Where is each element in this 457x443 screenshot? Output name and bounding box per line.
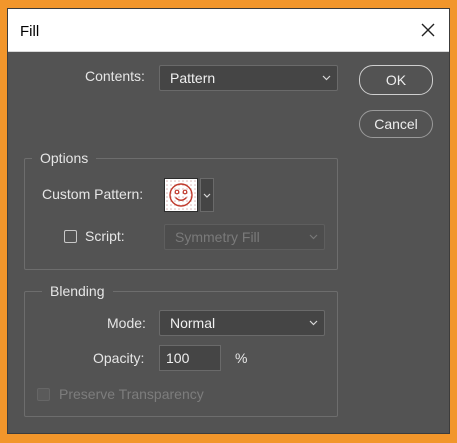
opacity-unit: %	[235, 350, 248, 366]
options-group	[24, 158, 338, 270]
chevron-down-icon	[203, 193, 211, 198]
opacity-input[interactable]: 100	[159, 345, 221, 371]
chevron-down-icon	[309, 320, 318, 326]
script-value: Symmetry Fill	[175, 229, 260, 245]
options-legend: Options	[32, 150, 97, 166]
contents-select[interactable]: Pattern	[159, 65, 338, 91]
chevron-down-icon	[309, 234, 318, 240]
script-label: Script:	[85, 228, 125, 244]
script-select[interactable]: Symmetry Fill	[164, 224, 325, 250]
title-bar: Fill	[8, 9, 449, 52]
dialog-title: Fill	[20, 23, 40, 40]
cancel-button[interactable]: Cancel	[359, 110, 433, 138]
close-button[interactable]	[413, 15, 443, 45]
contents-value: Pattern	[170, 70, 216, 86]
opacity-label: Opacity:	[93, 350, 145, 366]
pattern-swatch[interactable]	[164, 178, 198, 212]
mode-label: Mode:	[107, 315, 146, 331]
mode-select[interactable]: Normal	[159, 310, 325, 336]
chevron-down-icon	[322, 75, 331, 81]
contents-label: Contents:	[85, 68, 145, 84]
blending-legend: Blending	[42, 283, 113, 299]
custom-pattern-label: Custom Pattern:	[42, 186, 144, 202]
mode-value: Normal	[170, 315, 216, 331]
pattern-picker-button[interactable]	[200, 178, 214, 212]
script-checkbox[interactable]	[64, 230, 77, 243]
preserve-transparency-label: Preserve Transparency	[59, 386, 204, 402]
close-icon	[421, 23, 435, 37]
ok-button[interactable]: OK	[359, 65, 433, 95]
fill-dialog: Fill Contents: Pattern OK Cancel Options…	[7, 8, 450, 434]
preserve-transparency-checkbox[interactable]	[37, 388, 50, 401]
smiley-pattern-icon	[165, 179, 197, 211]
